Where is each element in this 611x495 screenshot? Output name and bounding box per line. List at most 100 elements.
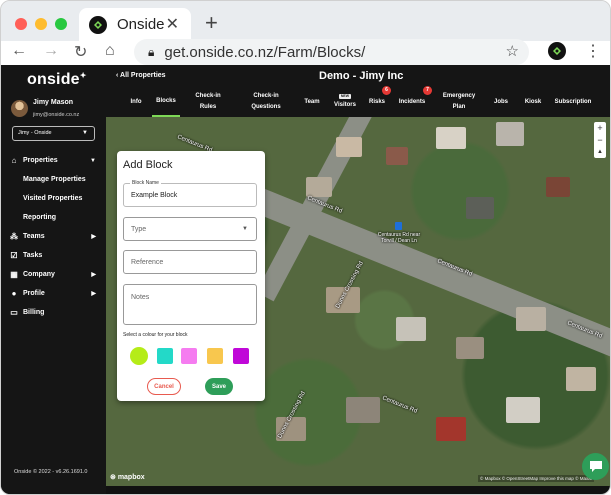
reload-icon[interactable]: ↻ bbox=[74, 42, 87, 62]
tab-kiosk[interactable]: Kiosk bbox=[523, 87, 543, 117]
maximize-window-button[interactable] bbox=[55, 18, 67, 30]
block-name-label: Block Name bbox=[130, 180, 161, 186]
add-block-dialog: Add Block Block Name Example Block Type … bbox=[117, 151, 265, 401]
sidebar-item-tasks[interactable]: ☑ Tasks bbox=[1, 246, 106, 265]
farm-tabs: Info Blocks Check-in Rules Check-in Questi… bbox=[106, 86, 610, 117]
colour-swatch-yellow[interactable] bbox=[207, 348, 223, 364]
type-select[interactable]: Type ▼ bbox=[123, 217, 257, 241]
new-tab-icon[interactable]: + bbox=[205, 10, 218, 36]
tab-incidents[interactable]: 7 Incidents bbox=[397, 86, 432, 117]
building bbox=[456, 337, 484, 359]
onside-app: onside✦ Jimy Mason jimy@onside.co.nz Jim… bbox=[1, 65, 610, 494]
tab-check-in-questions[interactable]: Check-in Questions bbox=[246, 87, 286, 117]
back-to-properties-link[interactable]: ‹ All Properties bbox=[116, 72, 166, 79]
block-name-field[interactable]: Block Name Example Block bbox=[123, 180, 257, 207]
sidebar-item-reporting[interactable]: Reporting bbox=[1, 208, 106, 227]
cancel-button[interactable]: Cancel bbox=[147, 378, 181, 395]
building bbox=[346, 397, 380, 423]
sidebar-item-label: Manage Properties bbox=[23, 176, 86, 183]
url-text: get.onside.co.nz/Farm/Blocks/ bbox=[164, 43, 366, 61]
zoom-out-button[interactable]: − bbox=[594, 134, 606, 146]
tab-info[interactable]: Info bbox=[128, 87, 144, 117]
onside-extension-icon[interactable] bbox=[548, 42, 566, 60]
tab-subscription[interactable]: Subscription bbox=[553, 87, 593, 117]
dialog-title: Add Block bbox=[123, 159, 173, 171]
billing-icon: ▭ bbox=[10, 308, 18, 317]
browser-menu-icon[interactable]: ⋮ bbox=[585, 41, 601, 61]
building bbox=[566, 367, 596, 391]
tab-check-in-rules[interactable]: Check-in Rules bbox=[192, 87, 224, 117]
sidebar-item-properties[interactable]: ⌂ Properties ▼ bbox=[1, 151, 106, 170]
sidebar-item-teams[interactable]: ⁂ Teams ▶ bbox=[1, 227, 106, 246]
profile-icon: ● bbox=[11, 289, 17, 298]
company-icon: ▦ bbox=[10, 270, 18, 279]
home-icon[interactable]: ⌂ bbox=[105, 42, 115, 60]
team-icon: ⁂ bbox=[10, 232, 18, 241]
zoom-controls: + − ▲ bbox=[594, 122, 606, 158]
tab-team[interactable]: Team bbox=[303, 87, 321, 117]
tab-emergency-plan[interactable]: Emergency Plan bbox=[442, 87, 476, 117]
back-arrow-icon[interactable]: ← bbox=[11, 42, 27, 60]
farm-select-value: Jimy - Onside bbox=[18, 130, 52, 136]
colour-swatch-teal[interactable] bbox=[157, 348, 173, 364]
sidebar-item-label: Billing bbox=[23, 309, 45, 316]
sidebar-item-manage-properties[interactable]: Manage Properties bbox=[1, 170, 106, 189]
sidebar-item-profile[interactable]: ● Profile ▶ bbox=[1, 284, 106, 303]
bus-stop-icon[interactable] bbox=[395, 222, 402, 230]
lock-icon: 🔒︎ bbox=[148, 44, 155, 59]
farm-header: ‹ All Properties Demo - Jimy Inc Info Bl… bbox=[106, 65, 610, 117]
new-badge: NEW bbox=[339, 93, 351, 99]
sidebar-item-label: Reporting bbox=[23, 214, 57, 221]
tab-jobs[interactable]: Jobs bbox=[493, 87, 509, 117]
user-name: Jimy Mason bbox=[33, 99, 74, 106]
browser-window: Onside ✕ + ← → ↻ ⌂ 🔒︎ get.onside.co.nz/F… bbox=[0, 0, 611, 495]
compass-icon[interactable]: ▲ bbox=[594, 146, 606, 158]
block-name-value: Example Block bbox=[131, 191, 178, 199]
colour-swatch-green[interactable] bbox=[130, 347, 148, 365]
sidebar-item-label: Company bbox=[23, 271, 55, 278]
onside-logo[interactable]: onside✦ bbox=[27, 71, 87, 89]
avatar[interactable] bbox=[11, 100, 28, 117]
tab-risks[interactable]: 6 Risks bbox=[368, 86, 391, 117]
mapbox-logo[interactable]: ⊛ mapbox bbox=[110, 473, 145, 481]
colour-swatch-purple[interactable] bbox=[233, 348, 249, 364]
save-button[interactable]: Save bbox=[205, 378, 233, 395]
home-icon: ⌂ bbox=[11, 156, 17, 165]
url-field[interactable]: 🔒︎ get.onside.co.nz/Farm/Blocks/ ☆ bbox=[134, 39, 529, 65]
colour-picker-label: Select a colour for your block bbox=[123, 332, 188, 338]
bus-stop-label: Centaurus Rd near Torvill / Dean Ln bbox=[377, 232, 421, 244]
browser-tab[interactable]: Onside ✕ bbox=[79, 8, 191, 41]
close-tab-icon[interactable]: ✕ bbox=[166, 14, 179, 34]
chat-button[interactable] bbox=[582, 453, 609, 480]
chevron-right-icon: ▶ bbox=[91, 234, 96, 240]
reference-field[interactable]: Reference bbox=[123, 250, 257, 274]
map-attribution[interactable]: © Mapbox © OpenStreetMap Improve this ma… bbox=[478, 475, 595, 482]
zoom-in-button[interactable]: + bbox=[594, 122, 606, 134]
sidebar-item-company[interactable]: ▦ Company ▶ bbox=[1, 265, 106, 284]
farm-select[interactable]: Jimy - Onside ▼ bbox=[12, 126, 95, 141]
sidebar-item-billing[interactable]: ▭ Billing bbox=[1, 303, 106, 322]
reference-placeholder: Reference bbox=[131, 258, 164, 266]
forward-arrow-icon[interactable]: → bbox=[43, 42, 59, 60]
notes-field[interactable]: Notes bbox=[123, 284, 257, 325]
sidebar-item-label: Tasks bbox=[23, 252, 43, 259]
chevron-down-icon: ▼ bbox=[90, 157, 96, 164]
minimize-window-button[interactable] bbox=[35, 18, 47, 30]
sidebar-item-visited-properties[interactable]: Visited Properties bbox=[1, 189, 106, 208]
close-window-button[interactable] bbox=[15, 18, 27, 30]
sidebar-item-label: Visited Properties bbox=[23, 195, 83, 202]
sidebar-item-label: Profile bbox=[23, 290, 45, 297]
chevron-right-icon: ▶ bbox=[91, 272, 96, 278]
tab-visitors[interactable]: NEW Visitors bbox=[331, 87, 359, 117]
bookmark-star-icon[interactable]: ☆ bbox=[506, 42, 519, 60]
building bbox=[516, 307, 546, 331]
dropdown-caret-icon: ▼ bbox=[242, 226, 248, 232]
user-email: jimy@onside.co.nz bbox=[33, 112, 80, 118]
satellite-map[interactable]: Centaurus Rd Centaurus Rd Centaurus Rd C… bbox=[106, 117, 610, 486]
mapbox-icon: ⊛ bbox=[110, 474, 118, 481]
footer-version: Onside © 2022 - v6.26.1691.0 bbox=[14, 469, 88, 475]
tab-blocks[interactable]: Blocks bbox=[152, 87, 180, 117]
chevron-down-icon: ▼ bbox=[82, 130, 88, 136]
colour-swatch-pink[interactable] bbox=[181, 348, 197, 364]
building bbox=[336, 137, 362, 157]
